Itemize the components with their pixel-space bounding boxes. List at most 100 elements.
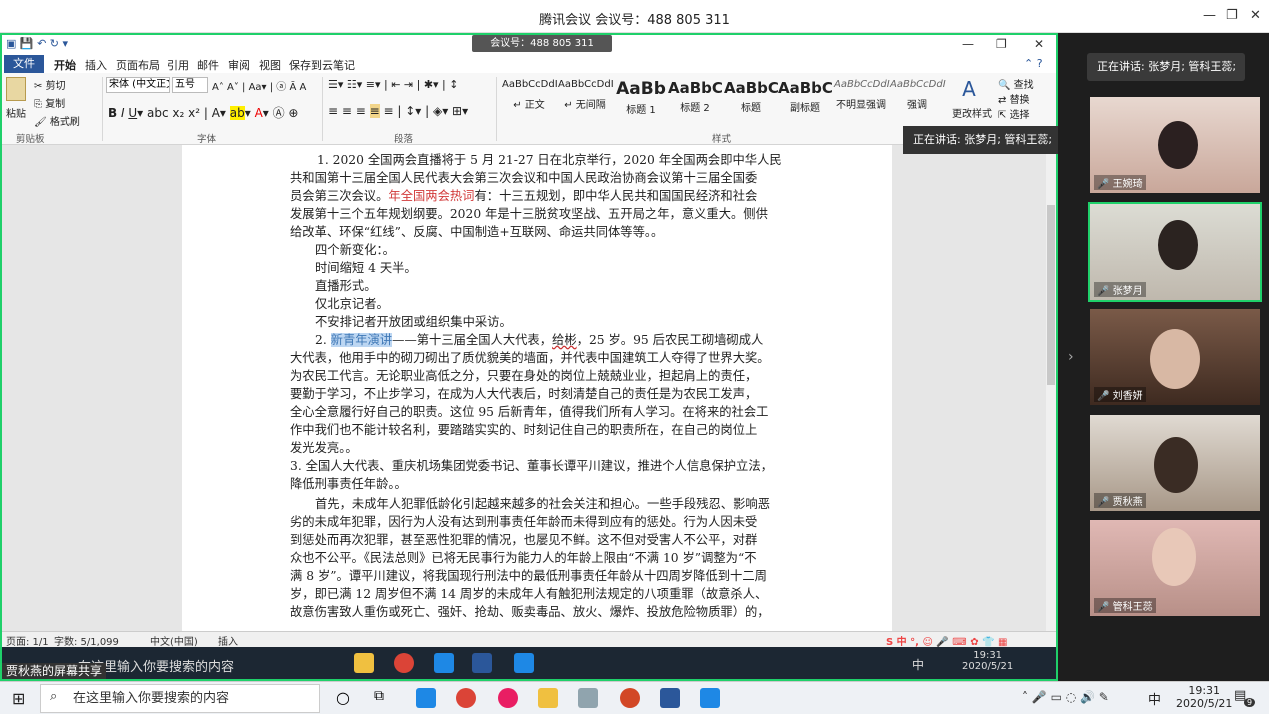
style-7[interactable]: AaBbCcDdI 强调 (890, 79, 946, 125)
status-insert-mode[interactable]: 插入 (218, 633, 238, 648)
word-quick-access-icon[interactable]: ▣ 💾 ↶ ↻ ▾ (6, 37, 68, 50)
selected-text: 新青年演讲 (330, 333, 393, 347)
format-painter-button[interactable]: 🖌 格式刷 (34, 113, 80, 128)
doc-line: 3. 全国人大代表、重庆机场集团党委书记、董事长谭平川建议，推进个人信息保护立法… (290, 459, 773, 473)
tab-references[interactable]: 引用 (167, 57, 189, 73)
cortana-icon[interactable]: ○ (336, 688, 350, 707)
file-explorer-icon[interactable] (538, 688, 558, 708)
ime-indicator[interactable]: 中 (1148, 689, 1161, 708)
participant-name: 🎤 王婉琦 (1094, 175, 1146, 190)
tab-view[interactable]: 视图 (259, 57, 281, 73)
participant-tile[interactable]: 🎤 刘香妍 (1090, 309, 1260, 405)
word-close-button[interactable]: ✕ (1034, 37, 1044, 51)
style-4[interactable]: AaBbC 标题 (724, 79, 779, 125)
copy-button[interactable]: ⎘ 复制 (34, 95, 65, 110)
powerpoint-icon[interactable] (620, 688, 640, 708)
participant-tile[interactable]: 🎤 管科王蕊 (1090, 520, 1260, 616)
style-3[interactable]: AaBbC 标题 2 (668, 79, 723, 125)
windows-taskbar: ⊞ 在这里输入你要搜索的内容 ⌕ ○ ⧉ ˄ 🎤 ▭ ◌ 🔊 ✎ 中 19:31… (0, 681, 1269, 714)
tab-insert[interactable]: 插入 (85, 57, 107, 73)
meeting-floating-bar[interactable]: 会议号：488 805 311 (472, 35, 612, 52)
edge-icon[interactable] (416, 688, 436, 708)
vertical-scrollbar[interactable] (1046, 145, 1056, 631)
cut-button[interactable]: ✂ 剪切 (34, 77, 66, 92)
doc-line: 降低刑事责任年龄。。 (290, 477, 407, 491)
tencent-meeting-icon[interactable] (514, 653, 534, 673)
select-button[interactable]: ⇱ 选择 (998, 106, 1030, 121)
tab-review[interactable]: 审阅 (228, 57, 250, 73)
notification-badge: 9 (1244, 698, 1256, 707)
taskbar-clock[interactable]: 19:31 2020/5/21 (1176, 684, 1232, 710)
change-styles-icon[interactable]: A (954, 77, 984, 101)
word-minimize-button[interactable]: — (962, 37, 974, 51)
styles-group-label: 样式 (712, 134, 732, 145)
paste-icon[interactable] (6, 77, 26, 101)
participant-name: 🎤 张梦月 (1094, 282, 1146, 297)
speaking-tooltip: 正在讲话: 张梦月; 管科王蕊; (903, 126, 1058, 154)
doc-line: 众也不公平。《民法总则》已将无民事行为能力人的年龄上限由“不满 10 岁”调整为… (290, 551, 757, 565)
participant-tile-active[interactable]: 🎤 张梦月 (1088, 202, 1262, 302)
sogou-ime-icon[interactable]: S 中 °, ☺ 🎤 ⌨ ✿ 👕 ▦ (886, 633, 1007, 648)
participant-tile[interactable]: 🎤 王婉琦 (1090, 97, 1260, 193)
change-styles-button[interactable]: 更改样式 (952, 105, 992, 120)
paint-icon[interactable] (498, 688, 518, 708)
tab-save-cloud[interactable]: 保存到云笔记 (289, 57, 355, 73)
doc-line: 不安排记者开放团或组织集中采访。 (315, 315, 512, 329)
document-page[interactable]: 1. 2020 全国两会直播将于 5 月 21-27 日在北京举行，2020 年… (182, 145, 892, 631)
list-buttons[interactable]: ☰▾ ☷▾ ≡▾ | ⇤ ⇥ | ✱▾ | ↕ (328, 78, 458, 91)
doc-line: 1. 2020 全国两会直播将于 5 月 21-27 日在北京举行，2020 年… (317, 153, 782, 167)
style-6[interactable]: AaBbCcDdI 不明显强调 (834, 79, 890, 125)
start-icon[interactable]: ⊞ (12, 689, 25, 708)
align-buttons[interactable]: ≡ ≡ ≡ ≡ ≡ | ↕▾ | ◈▾ ⊞▾ (328, 104, 468, 118)
chrome-icon[interactable] (394, 653, 414, 673)
close-button[interactable]: ✕ (1250, 8, 1261, 23)
shared-screen: ▣ 💾 ↶ ↻ ▾ 会议号：488 805 311 — ❐ ✕ 文件 开始 插入… (0, 33, 1058, 681)
doc-line: 给改革、环保“红线”、反腐、中国制造+互联网、命运共同体等等。。 (290, 225, 664, 239)
style-1[interactable]: AaBbCcDdI ↵ 无间隔 (558, 79, 614, 125)
file-explorer-icon[interactable] (354, 653, 374, 673)
word-title-bar: ▣ 💾 ↶ ↻ ▾ 会议号：488 805 311 — ❐ ✕ (2, 35, 1056, 55)
tab-home[interactable]: 开始 (54, 57, 76, 73)
font-group-label: 字体 (197, 134, 217, 145)
tab-mailings[interactable]: 邮件 (197, 57, 219, 73)
doc-line: 仅北京记者。 (315, 297, 389, 311)
minimize-button[interactable]: — (1203, 8, 1216, 23)
replace-button[interactable]: ⇄ 替换 (998, 91, 1030, 106)
word-icon[interactable] (660, 688, 680, 708)
app-icon[interactable] (578, 688, 598, 708)
taskbar-search-box[interactable]: 在这里输入你要搜索的内容 (40, 684, 320, 713)
meeting-title: 腾讯会议 会议号：488 805 311 (539, 13, 730, 28)
status-page: 页面: 1/1 (6, 637, 49, 648)
status-language[interactable]: 中文(中国) (150, 633, 198, 648)
task-view-icon[interactable]: ⧉ (374, 688, 384, 704)
word-status-bar: 页面: 1/1 字数: 5/1,099 中文(中国) 插入 S 中 °, ☺ 🎤… (2, 631, 1056, 648)
font-size-select[interactable]: 五号 (172, 77, 208, 93)
tab-layout[interactable]: 页面布局 (116, 57, 160, 73)
system-tray-icons[interactable]: ˄ 🎤 ▭ ◌ 🔊 ✎ (1022, 690, 1109, 704)
style-2[interactable]: AaBb 标题 1 (614, 79, 668, 125)
tab-file[interactable]: 文件 (4, 55, 44, 73)
remote-ime[interactable]: 中 (912, 656, 924, 673)
style-0[interactable]: AaBbCcDdI ↵ 正文 (502, 79, 558, 125)
word-icon[interactable] (472, 653, 492, 673)
find-button[interactable]: 🔍 查找 (998, 76, 1034, 91)
edge-icon[interactable] (434, 653, 454, 673)
chrome-icon[interactable] (456, 688, 476, 708)
hot-words-link: 年全国两会热词 (388, 189, 475, 203)
word-restore-button[interactable]: ❐ (996, 37, 1007, 51)
help-icon[interactable]: ⌃ ? (1024, 57, 1043, 70)
tencent-meeting-icon[interactable] (700, 688, 720, 708)
doc-line: 全心全意履行好自己的职责。这位 95 后新青年，值得我们所有人学习。在将来的社会… (290, 405, 769, 419)
clipboard-group-label: 剪贴板 (16, 134, 45, 145)
font-size-grow-shrink-icon[interactable]: A˄ A˅ | Aa▾ | ⓐ Ā A (212, 78, 306, 93)
restore-button[interactable]: ❐ (1226, 8, 1238, 23)
style-5[interactable]: AaBbC 副标题 (778, 79, 833, 125)
font-format-buttons[interactable]: B I U▾ abc x₂ x² | A▾ ab▾ A▾ Ⓐ ⊕ (108, 104, 299, 121)
meeting-title-bar: 腾讯会议 会议号：488 805 311 — ❐ ✕ (0, 0, 1269, 33)
collapse-panel-icon[interactable]: › (1068, 349, 1074, 365)
doc-line: 四个新变化：。 (315, 243, 395, 257)
participant-tile[interactable]: 🎤 贾秋燕 (1090, 415, 1260, 511)
paste-button[interactable]: 粘贴 (6, 105, 26, 120)
doc-line: 大代表，他用手中的砌刀砌出了质优貌美的墙面，并代表中国建筑工人夺得了世界大奖。 (290, 351, 770, 365)
font-name-select[interactable]: 宋体 (中文正文) (106, 77, 170, 93)
